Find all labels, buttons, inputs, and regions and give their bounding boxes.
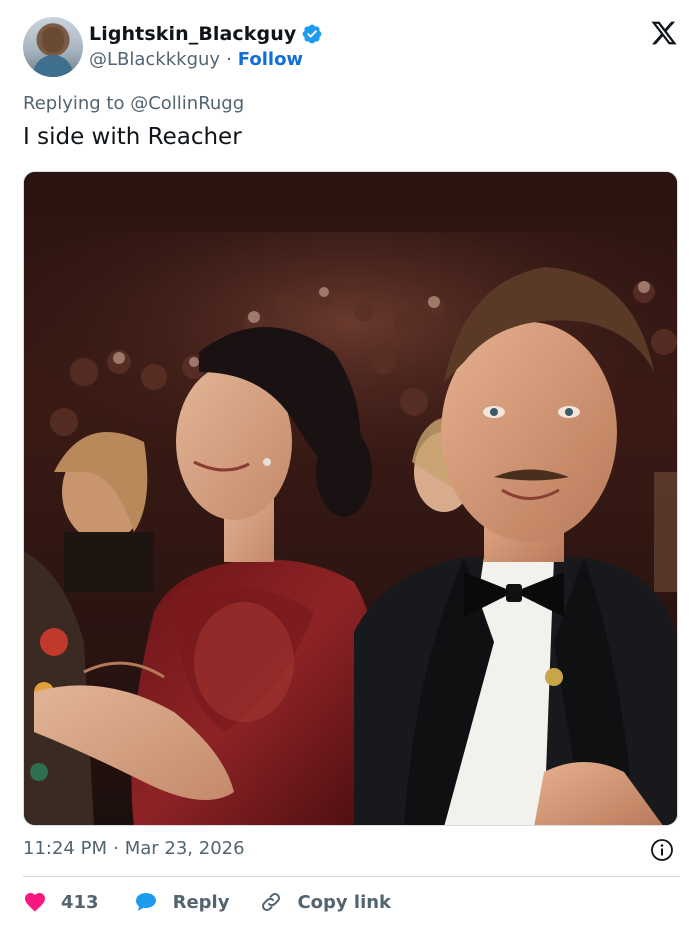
timestamp-separator: · xyxy=(112,838,119,859)
avatar-body-shape xyxy=(33,55,73,77)
avatar[interactable] xyxy=(23,17,83,77)
name-row: Lightskin_Blackguy xyxy=(89,23,323,45)
follow-button[interactable]: Follow xyxy=(238,49,303,70)
verified-badge-icon xyxy=(302,24,322,44)
reply-bubble-icon xyxy=(135,893,156,911)
tweet-embed-card: Lightskin_Blackguy @LBlackkkguy · Follow… xyxy=(0,0,700,929)
avatar-head-shape xyxy=(42,27,64,53)
like-count: 413 xyxy=(61,891,99,913)
like-button[interactable]: 413 xyxy=(23,890,133,914)
actions-divider xyxy=(23,876,680,877)
copy-link-label: Copy link xyxy=(297,891,392,913)
heart-icon xyxy=(25,893,45,912)
tweet-photo[interactable] xyxy=(23,171,678,826)
tweet-header: Lightskin_Blackguy @LBlackkkguy · Follow xyxy=(23,17,680,77)
link-icon xyxy=(262,893,281,911)
reply-button[interactable]: Reply xyxy=(133,890,260,914)
x-logo-icon[interactable] xyxy=(650,19,678,47)
tweet-time: 11:24 PM xyxy=(23,838,107,859)
replying-to-text[interactable]: Replying to @CollinRugg xyxy=(23,93,244,114)
info-icon[interactable] xyxy=(650,838,674,862)
tweet-actions: 413 Reply Copy link xyxy=(23,887,391,917)
user-handle[interactable]: @LBlackkkguy xyxy=(89,49,220,70)
tweet-date: Mar 23, 2026 xyxy=(124,838,245,859)
handle-separator: · xyxy=(226,49,232,70)
copy-link-button[interactable]: Copy link xyxy=(259,890,391,914)
tweet-timestamp[interactable]: 11:24 PM · Mar 23, 2026 xyxy=(23,838,245,859)
tweet-text: I side with Reacher xyxy=(23,124,242,150)
photo-illustration xyxy=(24,172,677,825)
handle-row: @LBlackkkguy · Follow xyxy=(89,49,303,70)
display-name[interactable]: Lightskin_Blackguy xyxy=(89,23,296,45)
reply-label: Reply xyxy=(172,891,230,913)
